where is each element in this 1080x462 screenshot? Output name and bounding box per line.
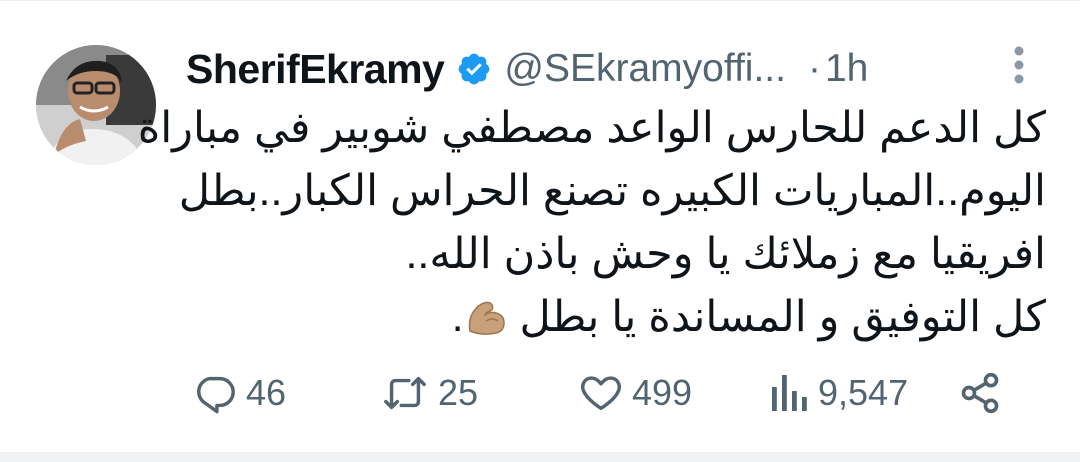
tweet-line: اليوم..المباريات الكبيره تصنع الحراس الك… <box>178 167 1046 215</box>
tweet-card[interactable]: SherifEkramy @SEkramyoffi... · 1h كل الد… <box>0 0 1080 462</box>
more-vertical-icon[interactable] <box>1006 43 1032 87</box>
separator-dot: · <box>807 47 821 90</box>
tweet-text: كل الدعم للحارس الواعد مصطفي شوبير في مب… <box>137 97 1046 349</box>
retweet-icon <box>380 370 430 416</box>
views-icon <box>770 371 810 415</box>
retweet-count: 25 <box>438 372 479 413</box>
tweet-line-last: كل التوفيق و المساندة يا بطل . <box>186 286 1046 349</box>
reply-button[interactable]: 46 <box>192 365 286 421</box>
views-count: 9,547 <box>818 372 909 413</box>
retweet-button[interactable]: 25 <box>380 365 478 421</box>
share-icon <box>958 371 1002 415</box>
reply-icon <box>192 370 238 416</box>
verified-badge-icon <box>456 51 492 87</box>
display-name[interactable]: SherifEkramy <box>186 46 445 93</box>
share-button[interactable] <box>958 365 1002 421</box>
tweet-line: افريقيا مع زملائك يا وحش باذن الله.. <box>405 230 1046 278</box>
like-count: 499 <box>632 372 693 413</box>
tweet-line-text: كل التوفيق و المساندة يا بطل <box>519 293 1046 341</box>
user-handle[interactable]: @SEkramyoffi... <box>504 47 786 91</box>
like-button[interactable]: 499 <box>578 365 692 421</box>
views-button[interactable]: 9,547 <box>770 365 908 421</box>
action-bar: 46 25 499 9,547 <box>186 365 1026 421</box>
tweet-punctuation: . <box>451 293 464 341</box>
heart-icon <box>578 370 624 416</box>
tweet-header: SherifEkramy @SEkramyoffi... · 1h <box>186 41 1046 97</box>
timestamp[interactable]: 1h <box>825 47 868 91</box>
reply-count: 46 <box>246 372 287 413</box>
flexed-biceps-icon <box>464 292 508 335</box>
tweet-line: كل الدعم للحارس الواعد مصطفي شوبير في مب… <box>137 104 1046 152</box>
